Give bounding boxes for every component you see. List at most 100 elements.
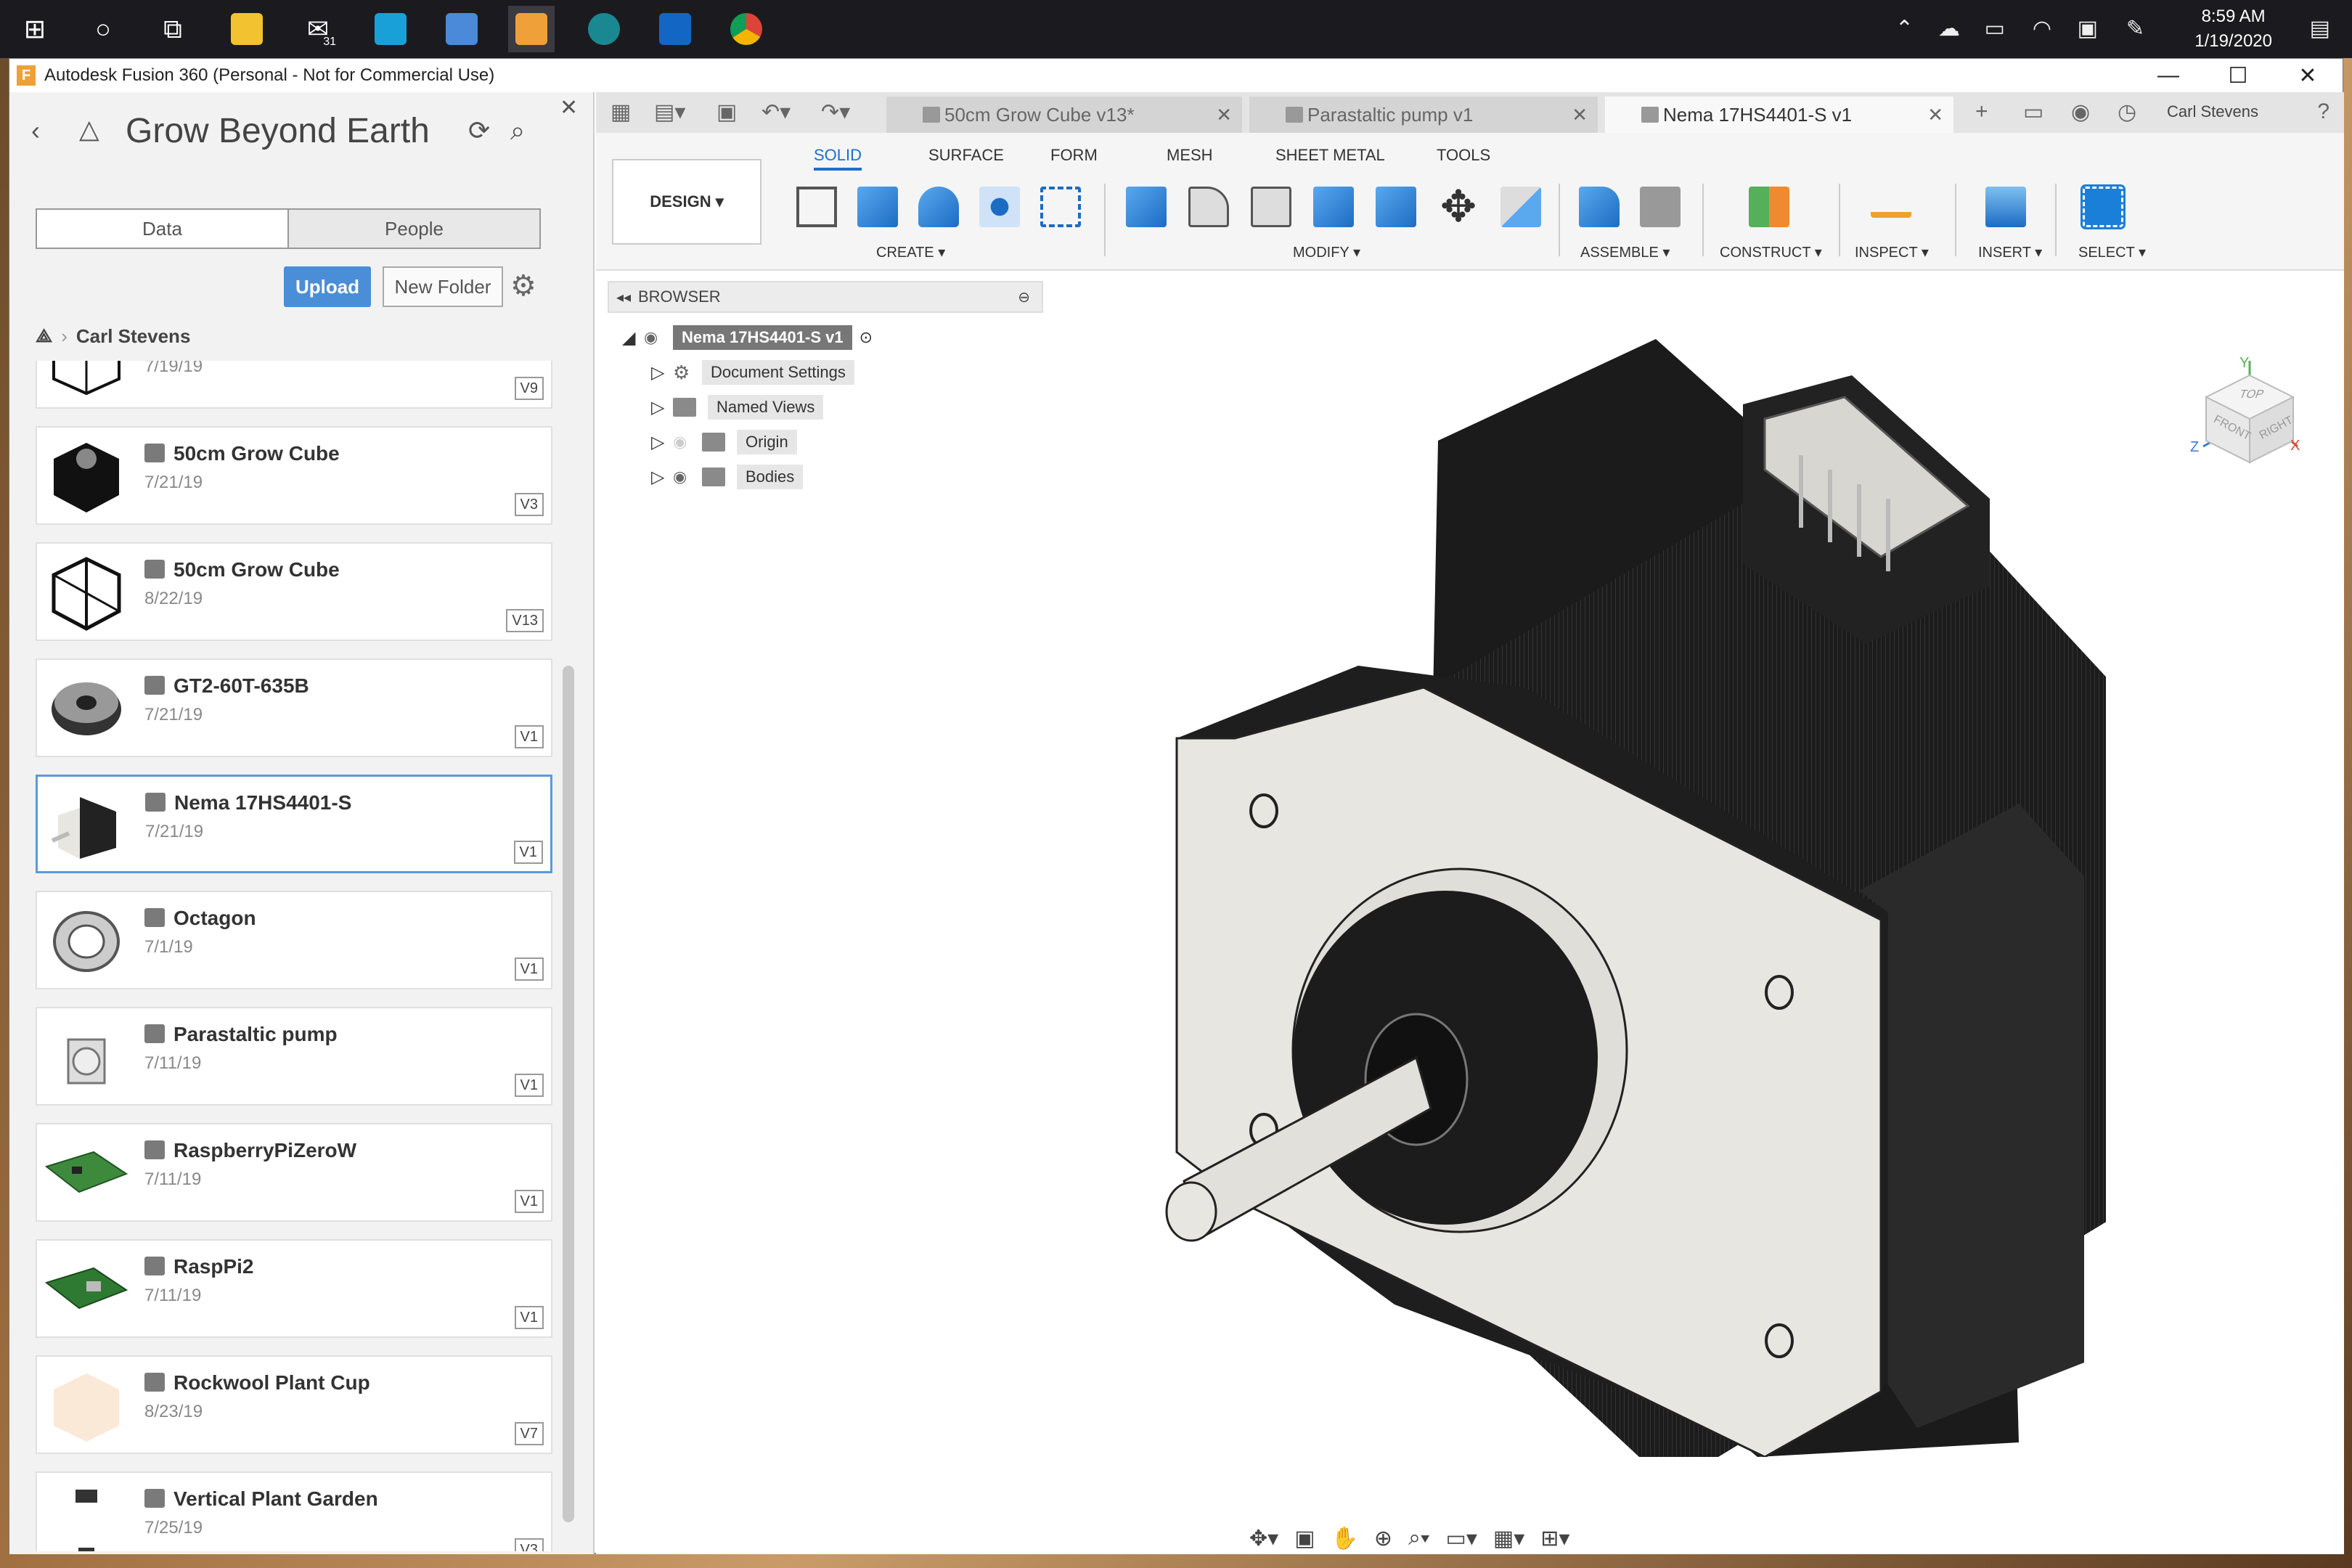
- fusion360-taskbar-icon[interactable]: [508, 6, 555, 52]
- tab-people[interactable]: People: [289, 210, 539, 248]
- viewcube[interactable]: Y Z X TOP FRONT RIGHT: [2190, 354, 2300, 470]
- notifications-icon[interactable]: ▭: [2023, 99, 2043, 125]
- file-menu-icon[interactable]: ▤▾: [654, 99, 685, 125]
- zoom-window-icon[interactable]: ⌕▾: [1408, 1526, 1429, 1551]
- version-badge[interactable]: V13: [506, 609, 544, 632]
- visibility-eye-icon[interactable]: ◉: [673, 467, 702, 486]
- version-badge[interactable]: V7: [514, 1422, 544, 1445]
- mail-icon[interactable]: ✉ 31: [295, 6, 341, 52]
- hole-tool[interactable]: [973, 181, 1026, 233]
- insert-menu[interactable]: INSERT ▾: [1978, 243, 2042, 261]
- file-card-selected[interactable]: Nema 17HS4401-S 7/21/19 V1: [36, 775, 552, 873]
- version-badge[interactable]: V1: [514, 725, 544, 748]
- modify-menu[interactable]: MODIFY ▾: [1293, 243, 1360, 261]
- file-card[interactable]: 50cm Grow Cube 7/21/19 V3: [36, 426, 552, 525]
- version-badge[interactable]: V1: [514, 1074, 544, 1097]
- joint-tool[interactable]: [1634, 181, 1686, 233]
- undo-icon[interactable]: ↶▾: [761, 99, 791, 125]
- grid-apps-icon[interactable]: ▦: [611, 99, 631, 125]
- user-account[interactable]: Carl Stevens: [2167, 102, 2258, 121]
- expand-triangle-icon[interactable]: ▷: [651, 467, 673, 488]
- offset-plane-tool[interactable]: [1743, 181, 1795, 233]
- clock-history-icon[interactable]: ◷: [2118, 99, 2136, 125]
- file-card[interactable]: RaspPi2 7/11/19 V1: [36, 1239, 552, 1338]
- press-pull-tool[interactable]: [1120, 181, 1172, 233]
- file-card[interactable]: 50cm Grow Cube 8/22/19 V13: [36, 542, 552, 641]
- battery-icon[interactable]: ▭: [1985, 16, 2005, 41]
- redo-icon[interactable]: ↷▾: [821, 99, 850, 125]
- expand-triangle-icon[interactable]: ▷: [651, 432, 673, 453]
- version-badge[interactable]: V3: [514, 493, 544, 516]
- hidden-eye-icon[interactable]: ◉: [673, 433, 702, 452]
- cortana-search-icon[interactable]: ○: [80, 6, 126, 52]
- pen-icon[interactable]: ✎: [2126, 16, 2144, 41]
- help-icon[interactable]: ?: [2317, 99, 2329, 124]
- wifi-icon[interactable]: ◠: [2033, 16, 2051, 41]
- maximize-button[interactable]: ☐: [2203, 59, 2273, 92]
- document-tab[interactable]: 50cm Grow Cube v13* ✕: [886, 97, 1242, 133]
- c-app-icon[interactable]: [367, 6, 414, 52]
- browser-item-origin[interactable]: ▷ ◉ Origin: [651, 428, 797, 457]
- file-card[interactable]: Rockwool Plant Cup 8/23/19 V7: [36, 1355, 552, 1454]
- new-folder-button[interactable]: New Folder: [383, 266, 503, 307]
- insert-image-tool[interactable]: [1980, 181, 2032, 233]
- upload-button[interactable]: Upload: [284, 266, 371, 307]
- action-center-icon[interactable]: ▤: [2310, 16, 2330, 41]
- chrome-icon[interactable]: [723, 6, 769, 52]
- new-tab-icon[interactable]: +: [1975, 99, 1988, 124]
- expand-triangle-icon[interactable]: ▷: [651, 362, 673, 383]
- activate-radio-icon[interactable]: ⊙: [859, 328, 873, 347]
- display-icon[interactable]: ▣: [2078, 16, 2098, 41]
- windows-start-icon[interactable]: ⊞: [12, 6, 58, 52]
- cube-face-top[interactable]: TOP: [2237, 388, 2266, 401]
- version-badge[interactable]: V1: [514, 1190, 544, 1213]
- file-list-scrollbar[interactable]: [563, 666, 574, 1522]
- onedrive-icon[interactable]: ☁: [1938, 16, 1960, 41]
- document-tab[interactable]: Parastaltic pump v1 ✕: [1249, 97, 1598, 133]
- file-card[interactable]: GT2-60T-635B 7/21/19 V1: [36, 658, 552, 757]
- outlook-icon[interactable]: [652, 6, 698, 52]
- tab-tools[interactable]: TOOLS: [1437, 146, 1490, 165]
- document-tab-active[interactable]: Nema 17HS4401-S v1 ✕: [1605, 97, 1953, 133]
- file-card[interactable]: Parastaltic pump 7/11/19 V1: [36, 1007, 552, 1106]
- file-card[interactable]: Vertical Plant Garden 7/25/19 V3: [36, 1471, 552, 1551]
- select-tool[interactable]: [2077, 181, 2129, 233]
- close-panel-icon[interactable]: ✕: [560, 95, 578, 121]
- tab-surface[interactable]: SURFACE: [928, 146, 1004, 165]
- extrude-tool[interactable]: [852, 181, 904, 233]
- create-sketch-tool[interactable]: [791, 181, 843, 233]
- tab-solid[interactable]: SOLID: [814, 146, 862, 171]
- look-at-icon[interactable]: ▣: [1294, 1526, 1315, 1551]
- close-tab-icon[interactable]: ✕: [1216, 104, 1232, 126]
- collapse-triangle-icon[interactable]: ◢: [622, 327, 644, 348]
- inspect-menu[interactable]: INSPECT ▾: [1855, 243, 1929, 261]
- close-tab-icon[interactable]: ✕: [1572, 104, 1588, 126]
- minimize-button[interactable]: —: [2133, 59, 2203, 92]
- pattern-tool[interactable]: [1034, 181, 1087, 233]
- breadcrumb-user[interactable]: Carl Stevens: [76, 325, 191, 348]
- fillet-tool[interactable]: [1183, 181, 1235, 233]
- new-component-tool[interactable]: [1573, 181, 1625, 233]
- chevron-up-icon[interactable]: ⌃: [1895, 16, 1914, 41]
- chamfer-tool[interactable]: [1245, 181, 1297, 233]
- move-icon[interactable]: ✥: [1432, 181, 1485, 233]
- revolve-tool[interactable]: [912, 181, 965, 233]
- version-badge[interactable]: V3: [514, 1538, 544, 1551]
- display-settings-icon[interactable]: ▭▾: [1445, 1526, 1477, 1551]
- construct-menu[interactable]: CONSTRUCT ▾: [1720, 243, 1822, 261]
- version-badge[interactable]: V1: [514, 957, 544, 981]
- pan-hand-icon[interactable]: ✋: [1331, 1526, 1358, 1551]
- stepper-motor-model[interactable]: [1119, 324, 2106, 1457]
- tab-sheet-metal[interactable]: SHEET METAL: [1275, 146, 1385, 165]
- taskbar-clock[interactable]: 8:59 AM 1/19/2020: [2194, 4, 2272, 54]
- hub-icon[interactable]: ⟁: [36, 324, 52, 348]
- split-body-tool[interactable]: [1495, 181, 1547, 233]
- refresh-icon[interactable]: ⟳: [468, 115, 490, 146]
- store-icon[interactable]: [438, 6, 485, 52]
- version-badge[interactable]: V1: [514, 1306, 544, 1329]
- file-card[interactable]: 7/19/19 V9: [36, 361, 552, 409]
- browser-root-node[interactable]: ◢ ◉ Nema 17HS4401-S v1 ⊙: [622, 323, 873, 352]
- file-card[interactable]: RaspberryPiZeroW 7/11/19 V1: [36, 1123, 552, 1222]
- browser-item-bodies[interactable]: ▷ ◉ Bodies: [651, 462, 804, 491]
- browser-header[interactable]: ◂◂ BROWSER ⊖: [608, 281, 1043, 313]
